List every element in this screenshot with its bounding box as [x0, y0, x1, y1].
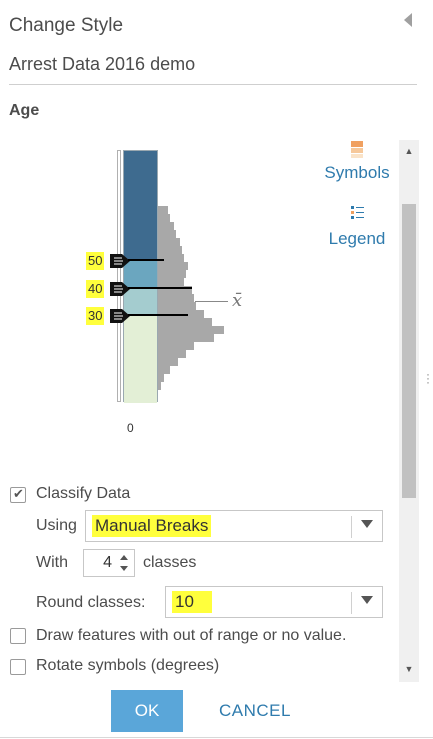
rotate-symbols-label: Rotate symbols (degrees)	[36, 657, 220, 674]
break-label-40: 40	[86, 280, 105, 298]
break-label-30: 30	[86, 307, 105, 325]
histogram-bar	[158, 222, 174, 230]
histogram-bar	[158, 206, 168, 214]
mean-symbol: x̄	[232, 290, 243, 311]
histogram-bar	[158, 374, 164, 382]
histogram-bar	[158, 350, 186, 358]
classification-method-value: Manual Breaks	[92, 515, 212, 537]
break-line-30	[128, 314, 188, 316]
cancel-button[interactable]: CANCEL	[212, 690, 298, 732]
histogram-min-label: 0	[127, 421, 134, 435]
out-of-range-checkbox[interactable]	[10, 628, 26, 644]
histogram-bar	[158, 214, 170, 222]
classification-method-select[interactable]: Manual Breaks	[85, 510, 383, 542]
classify-data-checkbox[interactable]	[10, 486, 26, 503]
chevron-down-icon	[361, 520, 373, 528]
slider-handle-icon[interactable]	[108, 307, 130, 325]
out-of-range-label: Draw features with out of range or no va…	[36, 627, 347, 644]
histogram-bar	[158, 382, 161, 390]
using-label: Using	[36, 517, 77, 534]
slider-handle-icon[interactable]	[108, 280, 130, 298]
classes-count: 4	[103, 554, 112, 571]
slider-handle-icon[interactable]	[108, 252, 130, 270]
histogram-bar	[158, 334, 214, 342]
histogram-bar	[158, 302, 196, 310]
histogram-bar	[158, 238, 180, 246]
histogram-bar	[158, 326, 224, 334]
with-label: With	[36, 554, 68, 571]
round-classes-label: Round classes:	[36, 594, 146, 611]
rotate-symbols-checkbox[interactable]	[10, 659, 26, 675]
break-line-40	[128, 287, 192, 289]
break-label-50: 50	[86, 252, 105, 270]
symbols-icon	[351, 141, 363, 159]
histogram-bar	[158, 278, 184, 286]
histogram-bar	[158, 294, 194, 302]
legend-label: Legend	[328, 229, 386, 248]
symbols-label: Symbols	[324, 163, 390, 182]
histogram-bar	[158, 262, 188, 270]
histogram-bar	[158, 246, 182, 254]
legend-icon	[351, 206, 365, 219]
mean-line	[195, 301, 228, 302]
round-classes-select[interactable]: 10	[165, 586, 383, 618]
histogram-bar	[158, 342, 194, 350]
chevron-down-icon	[361, 596, 373, 604]
ok-button[interactable]: OK	[111, 690, 183, 732]
classes-label: classes	[143, 554, 197, 571]
symbols-link[interactable]: Symbols	[320, 140, 394, 183]
histogram-bar	[158, 270, 186, 278]
classes-stepper[interactable]: 4	[83, 549, 135, 577]
histogram-bar	[158, 318, 212, 326]
footer-divider	[0, 737, 433, 738]
round-classes-value: 10	[172, 591, 212, 613]
histogram-bar	[158, 358, 178, 366]
legend-link[interactable]: Legend	[320, 204, 394, 249]
classify-data-label: Classify Data	[36, 485, 131, 502]
break-line-50	[128, 259, 164, 261]
histogram-bar	[158, 366, 170, 374]
histogram-bar	[158, 230, 176, 238]
stepper-arrows-icon[interactable]	[116, 552, 132, 574]
